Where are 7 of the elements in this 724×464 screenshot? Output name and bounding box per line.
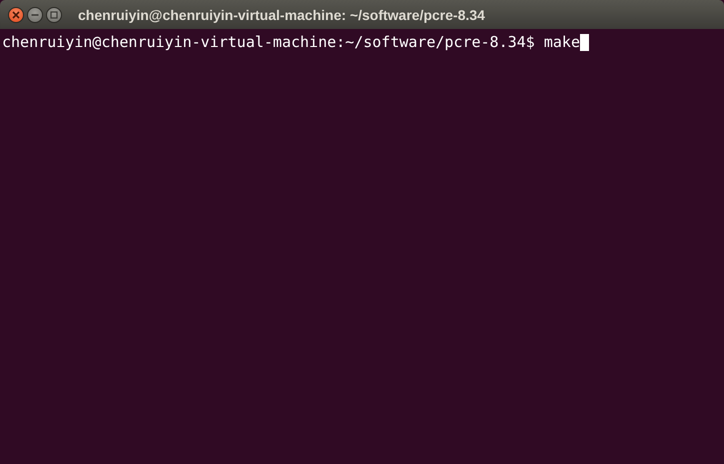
window-title: chenruiyin@chenruiyin-virtual-machine: ~/software/pcre-8.34 <box>78 6 485 22</box>
command-line: chenruiyin@chenruiyin-virtual-machine:~/software/pcre-8.34$ make <box>2 33 580 51</box>
minimize-button[interactable] <box>27 6 43 22</box>
close-button[interactable] <box>8 6 24 22</box>
maximize-button[interactable] <box>46 6 62 22</box>
maximize-icon <box>50 10 58 18</box>
close-icon <box>12 10 20 18</box>
